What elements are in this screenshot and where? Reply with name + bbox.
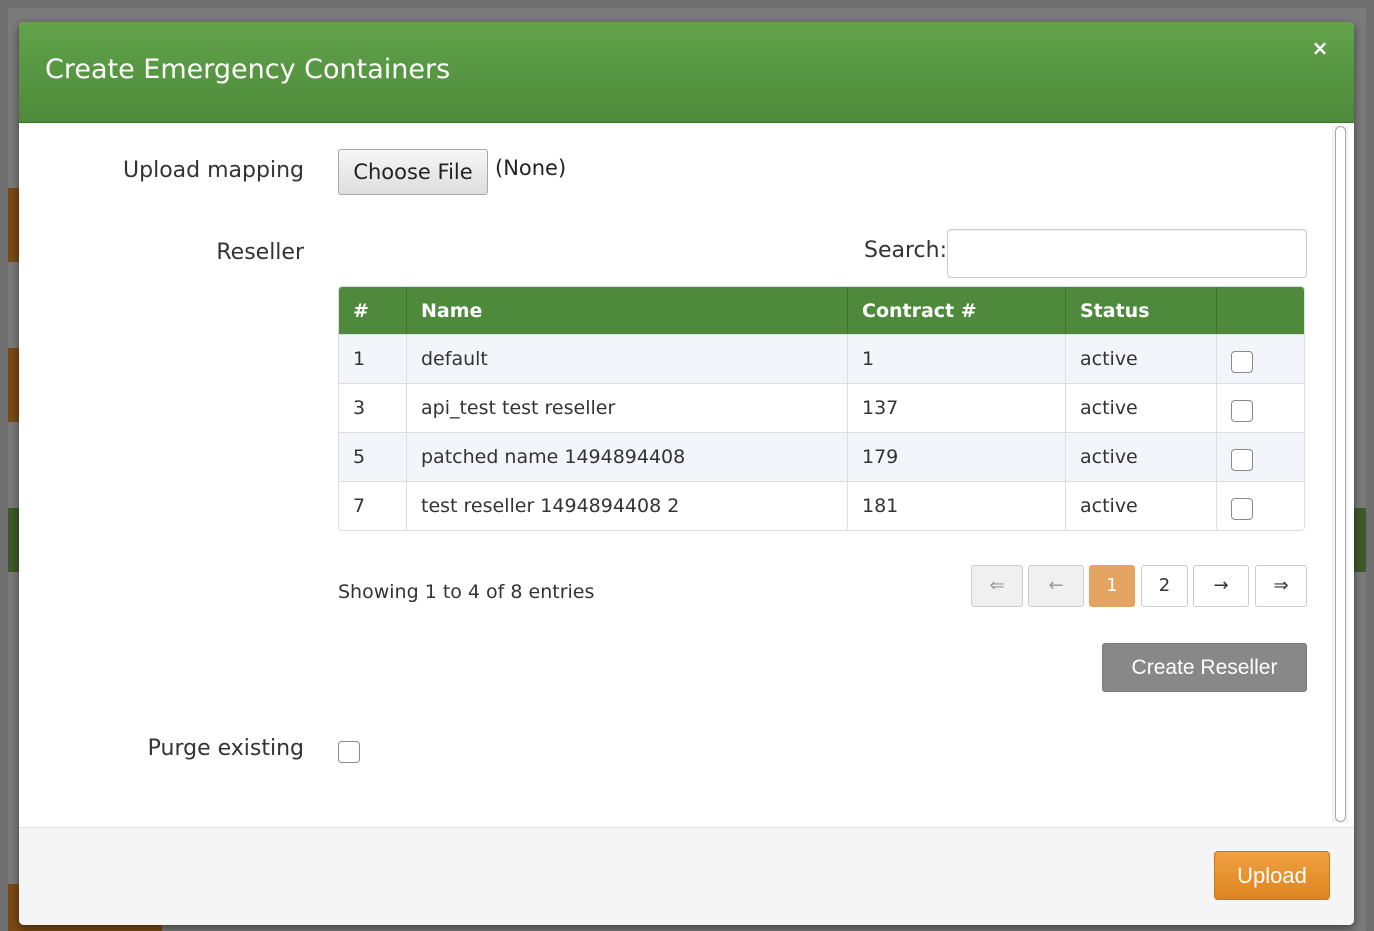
cell-contract: 181 xyxy=(847,481,1065,530)
upload-mapping-label: Upload mapping xyxy=(123,158,304,183)
choose-file-button[interactable]: Choose File xyxy=(338,149,488,195)
file-status: (None) xyxy=(495,156,567,180)
previous-page-button[interactable]: ← xyxy=(1028,565,1084,607)
cell-status: active xyxy=(1065,334,1216,383)
cell-id: 5 xyxy=(339,432,406,481)
cell-select xyxy=(1216,481,1304,530)
row-select-checkbox[interactable] xyxy=(1231,498,1253,520)
search-input[interactable] xyxy=(947,229,1307,278)
first-page-button[interactable]: ⇐ xyxy=(971,565,1023,607)
cell-name: api_test test reseller xyxy=(406,383,847,432)
column-header-select xyxy=(1216,287,1304,334)
reseller-label: Reseller xyxy=(216,240,304,265)
close-icon[interactable]: × xyxy=(1309,36,1331,62)
table-row[interactable]: 1 default 1 active xyxy=(339,334,1304,383)
cell-select xyxy=(1216,334,1304,383)
cell-id: 1 xyxy=(339,334,406,383)
cell-id: 3 xyxy=(339,383,406,432)
table-row[interactable]: 5 patched name 1494894408 179 active xyxy=(339,432,1304,481)
column-header-name[interactable]: Name xyxy=(406,287,847,334)
row-select-checkbox[interactable] xyxy=(1231,400,1253,422)
table-row[interactable]: 3 api_test test reseller 137 active xyxy=(339,383,1304,432)
purge-existing-label: Purge existing xyxy=(147,736,304,761)
column-header-contract[interactable]: Contract # xyxy=(847,287,1065,334)
page-1-button[interactable]: 1 xyxy=(1089,565,1135,607)
table-header-row: # Name Contract # Status xyxy=(339,287,1304,334)
pagination-info: Showing 1 to 4 of 8 entries xyxy=(338,581,595,603)
create-emergency-containers-modal: Create Emergency Containers × Upload map… xyxy=(19,22,1354,925)
cell-status: active xyxy=(1065,383,1216,432)
search-label: Search: xyxy=(864,238,947,263)
cell-contract: 137 xyxy=(847,383,1065,432)
modal-scrollbar-thumb[interactable] xyxy=(1335,126,1346,822)
row-select-checkbox[interactable] xyxy=(1231,449,1253,471)
cell-name: default xyxy=(406,334,847,383)
modal-header: Create Emergency Containers × xyxy=(19,22,1354,123)
purge-existing-checkbox[interactable] xyxy=(338,741,360,763)
cell-select xyxy=(1216,432,1304,481)
last-page-button[interactable]: ⇒ xyxy=(1255,565,1307,607)
cell-select xyxy=(1216,383,1304,432)
row-select-checkbox[interactable] xyxy=(1231,351,1253,373)
cell-name: test reseller 1494894408 2 xyxy=(406,481,847,530)
cell-contract: 1 xyxy=(847,334,1065,383)
modal-title: Create Emergency Containers xyxy=(45,54,451,85)
upload-button[interactable]: Upload xyxy=(1214,851,1330,900)
page-2-button[interactable]: 2 xyxy=(1141,565,1188,607)
next-page-button[interactable]: → xyxy=(1193,565,1249,607)
cell-id: 7 xyxy=(339,481,406,530)
cell-status: active xyxy=(1065,432,1216,481)
cell-status: active xyxy=(1065,481,1216,530)
table-row[interactable]: 7 test reseller 1494894408 2 181 active xyxy=(339,481,1304,530)
cell-name: patched name 1494894408 xyxy=(406,432,847,481)
column-header-id[interactable]: # xyxy=(339,287,406,334)
create-reseller-button[interactable]: Create Reseller xyxy=(1102,643,1307,692)
modal-footer: Upload xyxy=(19,827,1354,925)
reseller-table: # Name Contract # Status 1 default 1 act… xyxy=(338,286,1305,531)
column-header-status[interactable]: Status xyxy=(1065,287,1216,334)
cell-contract: 179 xyxy=(847,432,1065,481)
